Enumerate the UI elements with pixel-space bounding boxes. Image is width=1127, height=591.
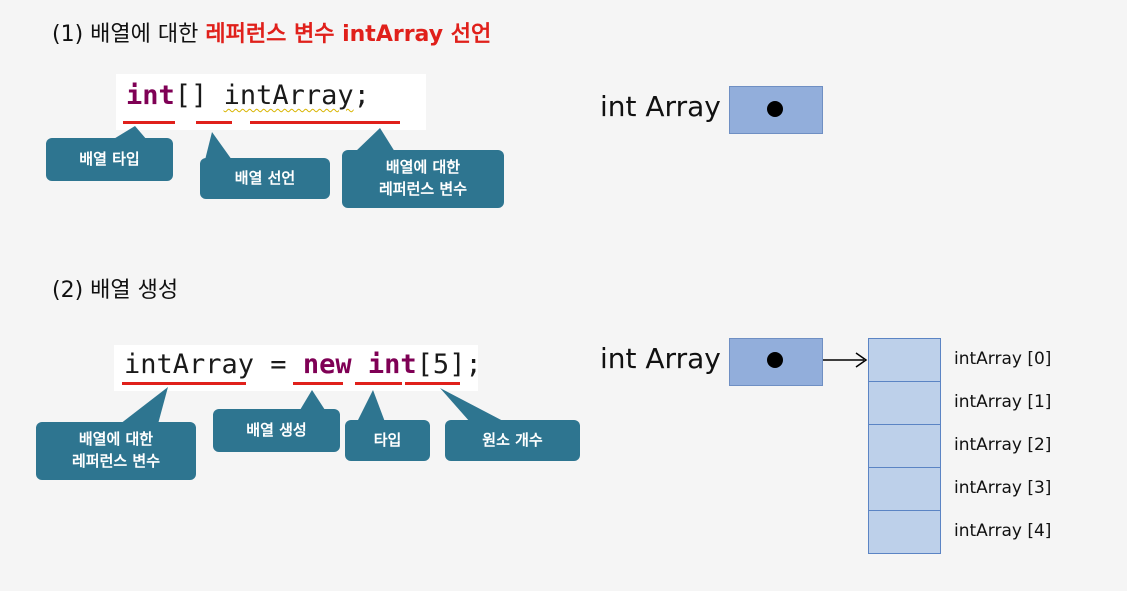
callout-tail-reference-1	[355, 128, 395, 152]
callout-tail-declaration	[205, 132, 232, 160]
array-index-label-4: intArray [4]	[954, 521, 1052, 541]
callout-element-count: 원소 개수	[445, 420, 580, 461]
callout-tail-reference-2	[120, 387, 168, 424]
callout-type: 타입	[345, 420, 430, 461]
array-cell-2	[868, 424, 941, 468]
array-index-label-3: intArray [3]	[954, 478, 1052, 498]
callout-reference-variable-2-text: 배열에 대한 레퍼런스 변수	[71, 430, 161, 470]
callout-tail-count	[440, 388, 505, 422]
array-cell-3	[868, 467, 941, 511]
array-index-label-0: intArray [0]	[954, 349, 1052, 369]
array-cell-0	[868, 338, 941, 382]
callout-array-creation: 배열 생성	[213, 409, 340, 452]
callout-tail-type2	[357, 390, 385, 422]
array-cell-1	[868, 381, 941, 425]
array-index-label-1: intArray [1]	[954, 392, 1052, 412]
diagram-connectors	[112, 126, 868, 424]
callout-tail-creation	[300, 390, 325, 410]
section2-reference-dot	[767, 352, 783, 368]
callout-tail-type	[112, 126, 147, 140]
callout-reference-variable-2: 배열에 대한 레퍼런스 변수	[36, 422, 196, 480]
array-cell-4	[868, 510, 941, 554]
array-index-label-2: intArray [2]	[954, 435, 1052, 455]
section2-var-label: int Array	[600, 342, 721, 375]
